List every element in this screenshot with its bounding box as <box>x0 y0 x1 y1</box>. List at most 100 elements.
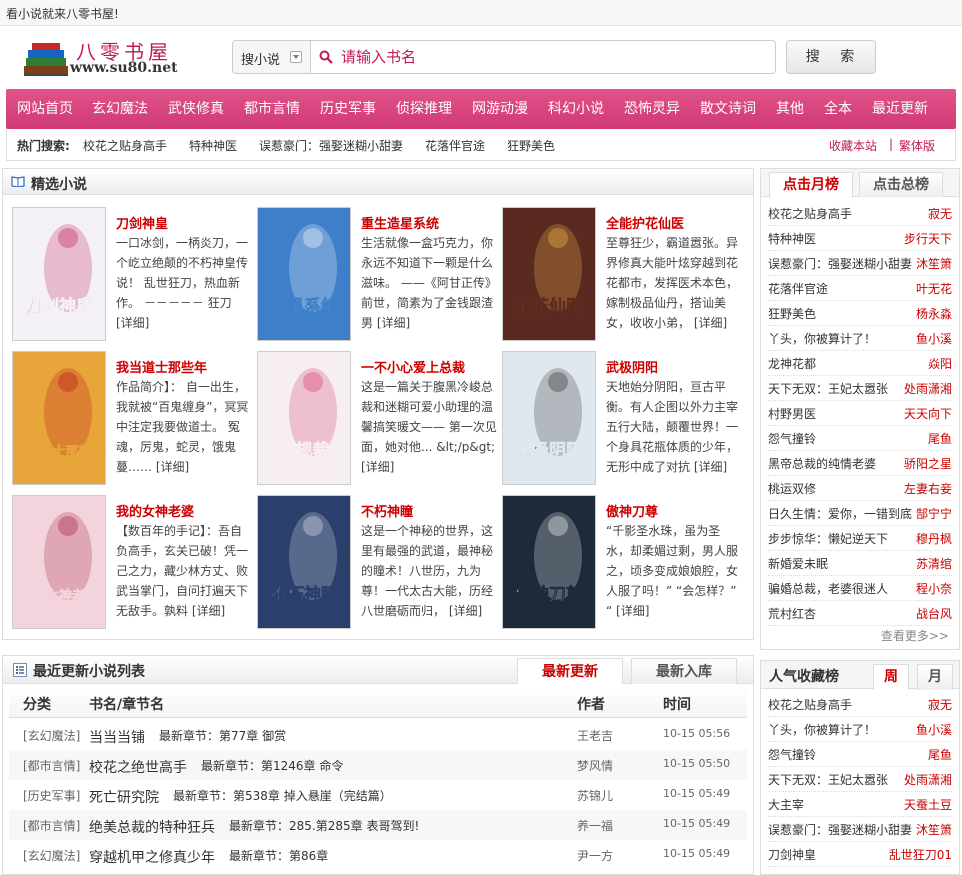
book-title[interactable]: 傲神刀尊 <box>606 501 658 520</box>
ranking-book-name[interactable]: 误惹豪门：强娶迷糊小甜妻 <box>768 255 912 272</box>
book-title[interactable]: 武极阴阳 <box>606 357 658 376</box>
book-detail-link[interactable]: [详细] <box>616 604 649 618</box>
ranking-item[interactable]: 步步惊华：懒妃逆天下 穆丹枫 <box>768 526 952 551</box>
ranking-item[interactable]: 校花之贴身高手 寂无 <box>768 201 952 226</box>
favorite-item[interactable]: 刀剑神皇 乱世狂刀01 <box>768 842 952 867</box>
ranking-book-name[interactable]: 丫头，你被算计了！ <box>768 330 876 347</box>
ranking-item[interactable]: 龙神花都 焱阳 <box>768 351 952 376</box>
book-title[interactable]: 一不小心爱上总裁 <box>361 357 465 376</box>
book-cover[interactable]: 我的女神老婆 <box>12 495 106 629</box>
row-category[interactable]: [玄幻魔法] <box>23 727 80 744</box>
ranking-author[interactable]: 焱阳 <box>928 355 952 372</box>
book-title[interactable]: 重生造星系统 <box>361 213 439 232</box>
favorite-author[interactable]: 处雨潇湘 <box>904 771 952 788</box>
favorite-item[interactable]: 天下无双：王妃太嚣张 处雨潇湘 <box>768 767 952 792</box>
book-detail-link[interactable]: [详细] <box>361 460 394 474</box>
nav-item-kongbu[interactable]: 恐怖灵异 <box>624 89 680 129</box>
ranking-author[interactable]: 寂无 <box>928 205 952 222</box>
ranking-author[interactable]: 天天向下 <box>904 405 952 422</box>
nav-item-xuanhuan[interactable]: 玄幻魔法 <box>92 89 148 129</box>
row-category[interactable]: [玄幻魔法] <box>23 847 80 864</box>
ranking-book-name[interactable]: 龙神花都 <box>768 355 816 372</box>
ranking-item[interactable]: 村野男医 天天向下 <box>768 401 952 426</box>
ranking-item[interactable]: 特种神医 步行天下 <box>768 226 952 251</box>
book-cover[interactable]: 护花仙医 <box>502 207 596 341</box>
favorite-book-name[interactable]: 丫头，你被算计了！ <box>768 721 876 738</box>
row-category[interactable]: [都市言情] <box>23 817 80 834</box>
row-chapter[interactable]: 最新章节：第86章 <box>229 847 328 864</box>
ranking-item[interactable]: 狂野美色 杨永淼 <box>768 301 952 326</box>
book-detail-link[interactable]: [详细] <box>694 316 727 330</box>
ranking-author[interactable]: 步行天下 <box>904 230 952 247</box>
ranking-item[interactable]: 日久生情：爱你，一错到底 郜宁宁 <box>768 501 952 526</box>
ranking-author[interactable]: 左妻右妾 <box>904 480 952 497</box>
hot-search-item[interactable]: 狂野美色 <box>507 137 555 154</box>
ranking-book-name[interactable]: 怨气撞铃 <box>768 430 816 447</box>
ranking-author[interactable]: 叶无花 <box>916 280 952 297</box>
ranking-book-name[interactable]: 骗婚总裁，老婆很迷人 <box>768 580 888 597</box>
ranking-book-name[interactable]: 新婚爱未眠 <box>768 555 828 572</box>
nav-item-lishi[interactable]: 历史军事 <box>320 89 376 129</box>
book-detail-link[interactable]: [详细] <box>192 604 225 618</box>
favorite-book-name[interactable]: 刀剑神皇 <box>768 846 816 863</box>
favorite-item[interactable]: 误惹豪门：强娶迷糊小甜妻 沐笙箫 <box>768 817 952 842</box>
ranking-author[interactable]: 穆丹枫 <box>916 530 952 547</box>
favorite-author[interactable]: 天蚕土豆 <box>904 796 952 813</box>
ranking-book-name[interactable]: 荒村红杏 <box>768 605 816 622</box>
ranking-author[interactable]: 鱼小溪 <box>916 330 952 347</box>
nav-item-kehuan[interactable]: 科幻小说 <box>548 89 604 129</box>
nav-item-home[interactable]: 网站首页 <box>17 89 73 129</box>
ranking-item[interactable]: 荒村红杏 战台风 <box>768 601 952 626</box>
hot-search-item[interactable]: 误惹豪门：强娶迷糊小甜妻 <box>259 137 403 154</box>
nav-item-zhentan[interactable]: 侦探推理 <box>396 89 452 129</box>
book-detail-link[interactable]: [详细] <box>156 460 189 474</box>
favorite-book-name[interactable]: 怨气撞铃 <box>768 746 816 763</box>
ranking-item[interactable]: 丫头，你被算计了！ 鱼小溪 <box>768 326 952 351</box>
favorite-book-name[interactable]: 校花之贴身高手 <box>768 696 852 713</box>
ranking-author[interactable]: 苏清绾 <box>916 555 952 572</box>
book-cover[interactable]: 刀剑神皇 <box>12 207 106 341</box>
row-author[interactable]: 养一福 <box>577 817 613 834</box>
ranking-book-name[interactable]: 步步惊华：懒妃逆天下 <box>768 530 888 547</box>
row-author[interactable]: 王老吉 <box>577 727 613 744</box>
favorite-author[interactable]: 沐笙箫 <box>916 821 952 838</box>
book-title[interactable]: 不朽神瞳 <box>361 501 413 520</box>
ranking-book-name[interactable]: 黑帝总裁的纯情老婆 <box>768 455 876 472</box>
favorite-item[interactable]: 大主宰 天蚕土豆 <box>768 792 952 817</box>
bookmark-link[interactable]: 收藏本站 <box>829 137 877 154</box>
nav-item-complete[interactable]: 全本 <box>824 89 852 129</box>
row-category[interactable]: [历史军事] <box>23 787 80 804</box>
ranking-author[interactable]: 尾鱼 <box>928 430 952 447</box>
row-book-name[interactable]: 绝美总裁的特种狂兵 <box>89 817 215 837</box>
nav-item-latest[interactable]: 最近更新 <box>872 89 928 129</box>
nav-item-sanwen[interactable]: 散文诗词 <box>700 89 756 129</box>
ranking-book-name[interactable]: 花落伴官途 <box>768 280 828 297</box>
tab-click-total[interactable]: 点击总榜 <box>859 172 943 197</box>
ranking-book-name[interactable]: 村野男医 <box>768 405 816 422</box>
ranking-item[interactable]: 误惹豪门：强娶迷糊小甜妻 沐笙箫 <box>768 251 952 276</box>
book-detail-link[interactable]: [详细] <box>449 604 482 618</box>
row-author[interactable]: 尹一方 <box>577 847 613 864</box>
favorite-author[interactable]: 鱼小溪 <box>916 721 952 738</box>
row-chapter[interactable]: 最新章节：第1246章 命令 <box>201 757 343 774</box>
book-cover[interactable]: 傲神刀尊 <box>502 495 596 629</box>
book-cover[interactable]: 造星系统 <box>257 207 351 341</box>
ranking-author[interactable]: 战台风 <box>916 605 952 622</box>
row-category[interactable]: [都市言情] <box>23 757 80 774</box>
favorite-author[interactable]: 乱世狂刀01 <box>889 846 952 863</box>
row-author[interactable]: 梦风情 <box>577 757 613 774</box>
view-more-link[interactable]: 查看更多>> <box>881 627 949 644</box>
row-book-name[interactable]: 当当当铺 <box>89 727 145 747</box>
tab-month[interactable]: 月 <box>917 664 953 690</box>
search-button[interactable]: 搜 索 <box>786 40 876 74</box>
book-title[interactable]: 我当道士那些年 <box>116 357 207 376</box>
hot-search-item[interactable]: 花落伴官途 <box>425 137 485 154</box>
favorite-item[interactable]: 校花之贴身高手 寂无 <box>768 692 952 717</box>
ranking-book-name[interactable]: 桃运双修 <box>768 480 816 497</box>
tab-click-month[interactable]: 点击月榜 <box>769 172 853 198</box>
ranking-book-name[interactable]: 狂野美色 <box>768 305 816 322</box>
favorite-book-name[interactable]: 误惹豪门：强娶迷糊小甜妻 <box>768 821 912 838</box>
book-title[interactable]: 我的女神老婆 <box>116 501 194 520</box>
search-input[interactable] <box>341 46 761 68</box>
favorite-book-name[interactable]: 天下无双：王妃太嚣张 <box>768 771 888 788</box>
